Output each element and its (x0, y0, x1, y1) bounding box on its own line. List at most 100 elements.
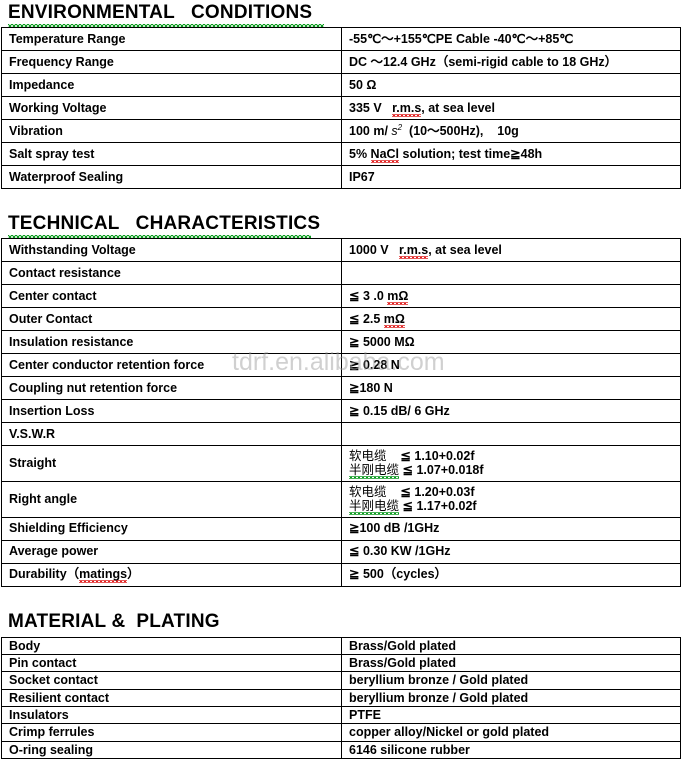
table-row: Working Voltage 335 V r.m.s, at sea leve… (2, 97, 681, 120)
table-row: Insertion Loss ≧ 0.15 dB/ 6 GHz (2, 400, 681, 423)
row-label: V.S.W.R (2, 423, 342, 446)
value-number: ≦ 1.17+0.02f (403, 499, 477, 513)
table-row: Socket contact beryllium bronze / Gold p… (2, 672, 681, 689)
row-value-misspelled: mΩ (384, 312, 405, 328)
row-label: Outer Contact (2, 308, 342, 331)
table-row: Frequency Range DC ～12.4 GHz（semi-rigid … (2, 51, 681, 74)
section-gap (0, 189, 681, 211)
cable-type-label: 半刚电缆 (349, 498, 399, 515)
datasheet-page: ENVIRONMENTAL CONDITIONS Temperature Ran… (0, 0, 681, 724)
row-label: Insulators (2, 707, 342, 724)
value-number: ≦ 1.10+0.02f (400, 449, 474, 463)
value-line: 软电缆 ≦ 1.10+0.02f (349, 449, 680, 463)
row-value: DC ～12.4 GHz（semi-rigid cable to 18 GHz） (342, 51, 681, 74)
row-label: Working Voltage (2, 97, 342, 120)
table-row: Withstanding Voltage 1000 V r.m.s, at se… (2, 239, 681, 262)
row-value: 6146 silicone rubber (342, 741, 681, 758)
table-row: Salt spray test 5% NaCl solution; test t… (2, 143, 681, 166)
row-value: copper alloy/Nickel or gold plated (342, 724, 681, 741)
value-line: 半刚电缆 ≦ 1.07+0.018f (349, 463, 680, 477)
row-label: Pin contact (2, 654, 342, 671)
table-row: Straight 软电缆 ≦ 1.10+0.02f 半刚电缆 ≦ 1.07+0.… (2, 446, 681, 482)
table-row: Coupling nut retention force ≧180 N (2, 377, 681, 400)
row-value: ≧100 dB /1GHz (342, 517, 681, 540)
value-line: 半刚电缆 ≦ 1.17+0.02f (349, 499, 680, 513)
grammar-underline-icon (8, 24, 324, 27)
row-value: 335 V r.m.s, at sea level (342, 97, 681, 120)
value-number: ≦ 1.07+0.018f (403, 463, 484, 477)
row-value: ≦ 0.30 KW /1GHz (342, 540, 681, 563)
row-value: ≦ 2.5 mΩ (342, 308, 681, 331)
row-value: -55℃～+155℃PE Cable -40℃～+85℃ (342, 28, 681, 51)
section-gap (0, 587, 681, 609)
value-number: ≦ 1.20+0.03f (400, 485, 474, 499)
row-value: 1000 V r.m.s, at sea level (342, 239, 681, 262)
row-label: Right angle (2, 481, 342, 517)
value-line: 软电缆 ≦ 1.20+0.03f (349, 485, 680, 499)
row-label: Socket contact (2, 672, 342, 689)
row-value-suffix: , at sea level (421, 101, 495, 115)
row-label: Frequency Range (2, 51, 342, 74)
row-value-suffix: , at sea level (428, 243, 502, 257)
row-value: Brass/Gold plated (342, 637, 681, 654)
table-row: Temperature Range -55℃～+155℃PE Cable -40… (2, 28, 681, 51)
table-row: Contact resistance (2, 262, 681, 285)
table-row: Waterproof Sealing IP67 (2, 166, 681, 189)
section-technical: TECHNICAL CHARACTERISTICS (0, 211, 681, 238)
row-value (342, 262, 681, 285)
row-value-misspelled: r.m.s (392, 101, 421, 117)
row-label: Resilient contact (2, 689, 342, 706)
table-row: V.S.W.R (2, 423, 681, 446)
row-label: O-ring sealing (2, 741, 342, 758)
row-label-misspelled: matings (79, 567, 127, 583)
table-row: Insulation resistance ≧ 5000 MΩ (2, 331, 681, 354)
row-label: Coupling nut retention force (2, 377, 342, 400)
row-value: 软电缆 ≦ 1.10+0.02f 半刚电缆 ≦ 1.07+0.018f (342, 446, 681, 482)
row-label: Vibration (2, 120, 342, 143)
row-label: Body (2, 637, 342, 654)
table-row: Shielding Efficiency ≧100 dB /1GHz (2, 517, 681, 540)
row-value-number: 335 V (349, 101, 382, 115)
row-label: Waterproof Sealing (2, 166, 342, 189)
row-value: Brass/Gold plated (342, 654, 681, 671)
table-row: Body Brass/Gold plated (2, 637, 681, 654)
row-value: ≧ 500（cycles） (342, 563, 681, 586)
row-label: Center conductor retention force (2, 354, 342, 377)
row-label: Contact resistance (2, 262, 342, 285)
table-row: Crimp ferrules copper alloy/Nickel or go… (2, 724, 681, 741)
table-row: Resilient contact beryllium bronze / Gol… (2, 689, 681, 706)
row-label: Temperature Range (2, 28, 342, 51)
row-value-misspelled: NaCl (371, 147, 399, 163)
row-value: ≧ 0.28 N (342, 354, 681, 377)
row-label: Average power (2, 540, 342, 563)
row-value: beryllium bronze / Gold plated (342, 689, 681, 706)
row-value (342, 423, 681, 446)
section-environmental: ENVIRONMENTAL CONDITIONS (0, 0, 681, 27)
row-label: Insertion Loss (2, 400, 342, 423)
table-row: O-ring sealing 6146 silicone rubber (2, 741, 681, 758)
table-row: Vibration 100 m/ s2 (10～500Hz), 10g (2, 120, 681, 143)
material-plating-table: Body Brass/Gold plated Pin contact Brass… (1, 637, 681, 759)
row-label: Crimp ferrules (2, 724, 342, 741)
row-value-number: 1000 V (349, 243, 389, 257)
row-label: Salt spray test (2, 143, 342, 166)
section-heading-technical: TECHNICAL CHARACTERISTICS (0, 211, 320, 235)
row-value-misspelled: mΩ (387, 289, 408, 305)
row-label: Shielding Efficiency (2, 517, 342, 540)
row-value: ≧180 N (342, 377, 681, 400)
unit-exponent: 2 (398, 123, 402, 132)
row-value: ≧ 5000 MΩ (342, 331, 681, 354)
table-row: Durability（matings） ≧ 500（cycles） (2, 563, 681, 586)
row-label: Withstanding Voltage (2, 239, 342, 262)
row-value: 50 Ω (342, 74, 681, 97)
row-label: Impedance (2, 74, 342, 97)
row-value: 5% NaCl solution; test time≧48h (342, 143, 681, 166)
table-row: Impedance 50 Ω (2, 74, 681, 97)
row-label: Durability（matings） (2, 563, 342, 586)
row-value: ≧ 0.15 dB/ 6 GHz (342, 400, 681, 423)
technical-characteristics-table: Withstanding Voltage 1000 V r.m.s, at se… (1, 238, 681, 587)
table-row: Center conductor retention force ≧ 0.28 … (2, 354, 681, 377)
row-value: PTFE (342, 707, 681, 724)
row-value: beryllium bronze / Gold plated (342, 672, 681, 689)
row-label: Straight (2, 446, 342, 482)
